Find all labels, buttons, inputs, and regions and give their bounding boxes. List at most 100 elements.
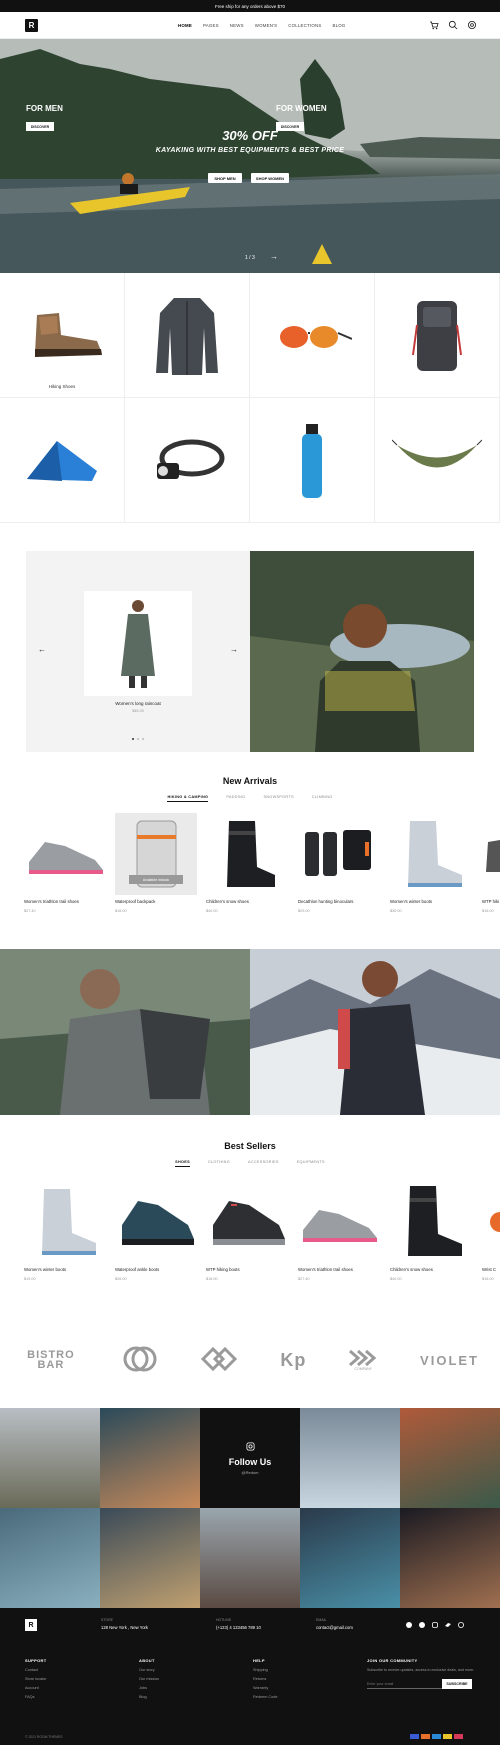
- subscribe-button[interactable]: SUBSCRIBE: [442, 1679, 472, 1689]
- nav-link-news[interactable]: NEWS: [230, 23, 244, 28]
- footer-link[interactable]: Warranty: [253, 1686, 277, 1690]
- product-card[interactable]: Children's snow shoes $40.00: [206, 813, 288, 913]
- category-hiking-shoes[interactable]: Hiking Shoes: [0, 273, 125, 398]
- raincoat-image[interactable]: [84, 591, 192, 696]
- instagram-photo[interactable]: [100, 1508, 200, 1608]
- brand-rings-logo[interactable]: [123, 1345, 157, 1375]
- footer-logo[interactable]: R: [25, 1619, 37, 1631]
- brand-violet[interactable]: VIOLET: [420, 1353, 479, 1368]
- category-headlamps[interactable]: [125, 398, 250, 523]
- product-name[interactable]: Women's triathlon trail shoes: [24, 899, 106, 904]
- instagram-photo[interactable]: [300, 1508, 400, 1608]
- tab-padding[interactable]: PADDING: [226, 795, 245, 802]
- product-name[interactable]: Decathlon hunting binoculars: [298, 899, 380, 904]
- instagram-handle[interactable]: @Redom: [242, 1470, 259, 1475]
- brand-bistro-bar[interactable]: BISTRO BAR: [21, 1350, 81, 1371]
- banner-men[interactable]: [0, 949, 250, 1115]
- product-name[interactable]: Waterproof backpack: [115, 899, 197, 904]
- product-card[interactable]: WTP hiki $16.00: [482, 813, 500, 913]
- shop-women-button[interactable]: SHOP WOMEN: [251, 173, 289, 183]
- instagram-icon[interactable]: [432, 1622, 438, 1628]
- logo[interactable]: R: [25, 19, 38, 32]
- tab-shoes[interactable]: SHOES: [175, 1160, 190, 1167]
- brand-kp[interactable]: Kp: [280, 1350, 306, 1371]
- next-arrow-icon[interactable]: →: [230, 645, 238, 654]
- twitter-icon[interactable]: [445, 1622, 451, 1628]
- product-name[interactable]: WTP hiki: [482, 899, 500, 904]
- nav-link-home[interactable]: HOME: [178, 23, 192, 28]
- product-card[interactable]: Women's winter boots $30.00: [390, 813, 472, 913]
- banner-women[interactable]: [250, 949, 500, 1115]
- product-name[interactable]: Waterproof ankle boots: [115, 1267, 197, 1272]
- tab-clothing[interactable]: CLOTHING: [208, 1160, 230, 1167]
- next-slide-icon[interactable]: →: [270, 252, 278, 261]
- instagram-photo[interactable]: [0, 1508, 100, 1608]
- product-card[interactable]: Available Instock Waterproof backpack $1…: [115, 813, 197, 913]
- email-value[interactable]: contact@gmail.com: [316, 1625, 353, 1630]
- newsletter-email-input[interactable]: [367, 1679, 442, 1689]
- brand-company[interactable]: COMPANY: [348, 1349, 378, 1371]
- dribbble-icon[interactable]: [458, 1622, 464, 1628]
- footer-link[interactable]: Returns: [253, 1677, 277, 1681]
- product-name[interactable]: Women's winter boots: [390, 899, 472, 904]
- nav-link-womens[interactable]: WOMEN'S: [255, 23, 277, 28]
- category-jackets[interactable]: [125, 273, 250, 398]
- hotline-value[interactable]: (+123) 4 123456 789 10: [216, 1625, 261, 1630]
- footer-link[interactable]: Account: [25, 1686, 47, 1690]
- dot[interactable]: [142, 738, 144, 740]
- tab-accessories[interactable]: ACCESSORIES: [248, 1160, 279, 1167]
- tab-snowsports[interactable]: SNOWSPORTS: [263, 795, 293, 802]
- dot[interactable]: [132, 738, 134, 740]
- nav-link-collections[interactable]: COLLECTIONS: [288, 23, 321, 28]
- pinterest-icon[interactable]: [419, 1622, 425, 1628]
- search-icon[interactable]: [448, 20, 458, 30]
- footer-link[interactable]: FAQs: [25, 1695, 47, 1699]
- dot[interactable]: [137, 738, 139, 740]
- product-card[interactable]: Women's triathlon trail shoes $27.40: [24, 813, 106, 913]
- product-name[interactable]: Women's winter boots: [24, 1267, 106, 1272]
- instagram-photo[interactable]: [400, 1408, 500, 1508]
- discover-men-button[interactable]: DISCOVER: [26, 122, 54, 131]
- product-card[interactable]: WTP hiking boots $16.00: [206, 1181, 288, 1281]
- cart-icon[interactable]: [429, 20, 439, 30]
- product-card[interactable]: Women's triathlon trail shoes $27.40: [298, 1181, 380, 1281]
- instagram-photo[interactable]: [100, 1408, 200, 1508]
- product-card[interactable]: Wrist C $16.00: [482, 1181, 500, 1281]
- instagram-photo[interactable]: [200, 1508, 300, 1608]
- product-name[interactable]: Children's snow shoes: [390, 1267, 472, 1272]
- product-name[interactable]: Children's snow shoes: [206, 899, 288, 904]
- facebook-icon[interactable]: [406, 1622, 412, 1628]
- instagram-follow-tile[interactable]: Follow Us @Redom: [200, 1408, 300, 1508]
- instagram-photo[interactable]: [300, 1408, 400, 1508]
- product-name[interactable]: Wrist C: [482, 1267, 500, 1272]
- tab-equipments[interactable]: EQUIPMENTS: [297, 1160, 325, 1167]
- settings-icon[interactable]: [467, 20, 477, 30]
- footer-link[interactable]: Our story: [139, 1668, 159, 1672]
- product-name[interactable]: Women's triathlon trail shoes: [298, 1267, 380, 1272]
- instagram-photo[interactable]: [400, 1508, 500, 1608]
- instagram-photo[interactable]: [0, 1408, 100, 1508]
- prev-arrow-icon[interactable]: ←: [38, 645, 46, 654]
- product-name[interactable]: WTP hiking boots: [206, 1267, 288, 1272]
- product-card[interactable]: Waterproof ankle boots $26.00: [115, 1181, 197, 1281]
- footer-link[interactable]: Contact: [25, 1668, 47, 1672]
- showcase-product-name[interactable]: Women's long raincoat: [26, 701, 250, 706]
- category-bottles[interactable]: [250, 398, 375, 523]
- tab-climbing[interactable]: CLIMBING: [312, 795, 333, 802]
- category-backpacks[interactable]: [375, 273, 500, 398]
- product-card[interactable]: Women's winter boots $19.00: [24, 1181, 106, 1281]
- shop-men-button[interactable]: SHOP MEN: [208, 173, 242, 183]
- nav-link-blog[interactable]: BLOG: [332, 23, 345, 28]
- category-tents[interactable]: [0, 398, 125, 523]
- footer-link[interactable]: Redeem Code: [253, 1695, 277, 1699]
- category-sunglasses[interactable]: [250, 273, 375, 398]
- product-card[interactable]: Children's snow shoes $40.00: [390, 1181, 472, 1281]
- discover-women-button[interactable]: DISCOVER: [276, 122, 304, 131]
- footer-link[interactable]: Jobs: [139, 1686, 159, 1690]
- nav-link-pages[interactable]: PAGES: [203, 23, 219, 28]
- footer-link[interactable]: Blog: [139, 1695, 159, 1699]
- product-card[interactable]: Decathlon hunting binoculars $29.00: [298, 813, 380, 913]
- category-hammocks[interactable]: [375, 398, 500, 523]
- brand-diamond-logo[interactable]: [199, 1345, 239, 1375]
- footer-link[interactable]: Store locator: [25, 1677, 47, 1681]
